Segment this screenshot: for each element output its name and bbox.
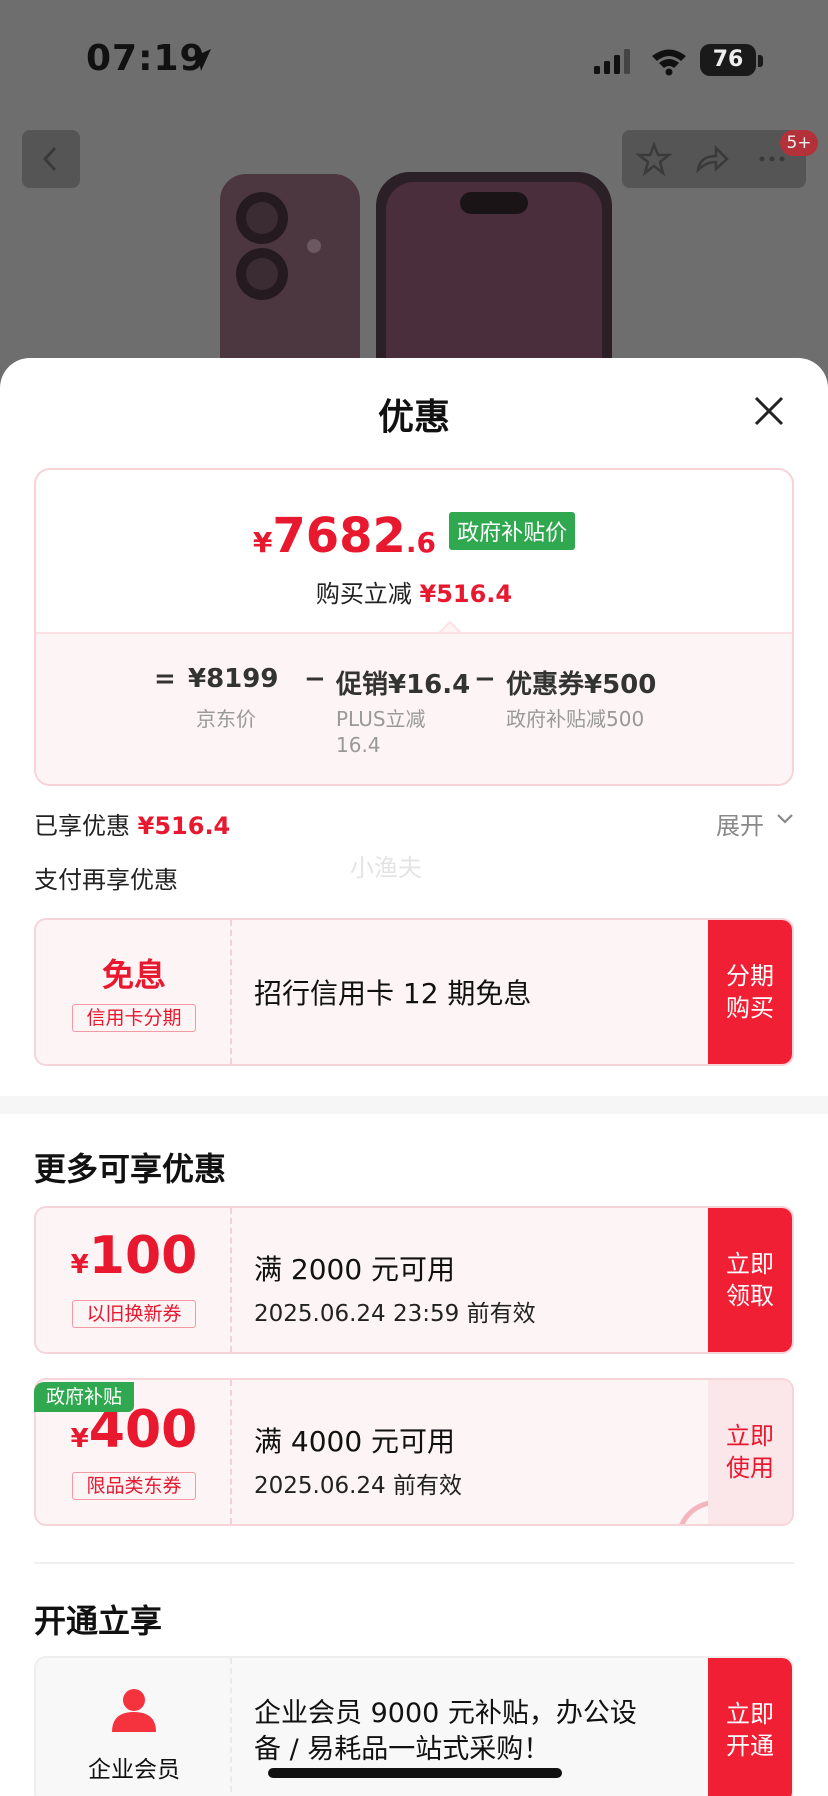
close-icon[interactable] <box>752 394 786 428</box>
wifi-icon <box>652 49 686 76</box>
coupon-validity: 2025.06.24 23:59 前有效 <box>254 1301 536 1327</box>
gov-subsidy-tag: 政府补贴价 <box>449 512 576 550</box>
installment-left: 免息 信用卡分期 <box>36 920 232 1064</box>
pay-more-offers-label: 支付再享优惠 <box>34 866 178 894</box>
user-icon <box>112 1689 156 1732</box>
coupon-card[interactable]: ¥400 限品类东券 满 4000 元可用 2025.06.24 前有效 已领 … <box>34 1378 794 1526</box>
home-indicator[interactable] <box>268 1768 562 1778</box>
location-arrow-icon <box>189 49 211 71</box>
installment-desc: 招行信用卡 12 期免息 <box>254 977 532 1010</box>
enjoyed-value: ¥516.4 <box>137 812 231 840</box>
installment-offer-card[interactable]: 免息 信用卡分期 招行信用卡 12 期免息 分期购买 <box>34 918 794 1066</box>
coupon-label: 政府补贴减500 <box>506 707 645 731</box>
minus-sign-2: − <box>474 664 496 694</box>
installment-buy-line1: 分期 <box>726 962 774 990</box>
use-coupon-label: 立即 使用 <box>726 1420 774 1484</box>
installment-buy-line2: 购买 <box>726 994 774 1022</box>
sheet-title: 优惠 <box>377 397 450 438</box>
more-offers-title: 更多可享优惠 <box>34 1150 227 1188</box>
battery-indicator: 76 <box>700 44 756 76</box>
coupon-value: 100 <box>88 1226 198 1286</box>
product-image <box>220 172 612 380</box>
membership-desc-line2: 备 / 易耗品一站式采购！ <box>254 1734 551 1765</box>
enjoyed-label: 已享优惠 <box>34 812 130 840</box>
minus-sign: − <box>304 664 326 694</box>
promo-label-line2: 16.4 <box>336 733 381 757</box>
open-membership-line2: 开通 <box>726 1732 774 1760</box>
coupon-left: ¥100 以旧换新券 <box>36 1208 232 1352</box>
open-membership-label: 立即 开通 <box>726 1698 774 1762</box>
use-coupon-button[interactable]: 立即 使用 <box>708 1380 792 1524</box>
credit-card-installment-tag: 信用卡分期 <box>72 1004 196 1032</box>
installment-buy-button[interactable]: 分期 购买 <box>708 920 792 1064</box>
instant-reduction: 购买立减 ¥516.4 <box>36 574 792 609</box>
coupon-condition: 满 2000 元可用 <box>254 1253 456 1286</box>
chevron-down-icon[interactable] <box>776 812 794 826</box>
coupon-type-tag: 限品类东券 <box>72 1472 196 1500</box>
star-icon[interactable] <box>636 142 672 176</box>
cellular-signal-icon <box>594 49 630 74</box>
enjoyed-discount: 已享优惠 ¥516.4 <box>34 806 230 841</box>
final-price: ¥7682.6 <box>253 508 436 564</box>
price-summary: ¥7682.6 政府补贴价 购买立减 ¥516.4 <box>36 470 792 632</box>
interest-free-label: 免息 <box>101 956 166 994</box>
promo-amount: 促销¥16.4 <box>336 670 471 700</box>
coupon-currency: ¥ <box>70 1424 89 1454</box>
price-integer: 7682 <box>272 508 406 564</box>
coupon-amount: ¥100 <box>36 1226 232 1286</box>
watermark: 小渔夫 <box>350 854 422 882</box>
final-price-row: ¥7682.6 政府补贴价 <box>36 508 792 564</box>
jd-price: ¥8199 <box>188 664 279 694</box>
open-membership-line1: 立即 <box>726 1700 774 1728</box>
section-divider <box>0 1096 828 1114</box>
claim-coupon-line1: 立即 <box>726 1250 774 1278</box>
coupon-card[interactable]: ¥100 以旧换新券 满 2000 元可用 2025.06.24 23:59 前… <box>34 1206 794 1354</box>
header-actions <box>622 130 806 188</box>
claim-coupon-line2: 领取 <box>726 1282 774 1310</box>
status-bar: 07:19 76 <box>0 0 828 110</box>
coupon-currency: ¥ <box>70 1250 89 1280</box>
use-coupon-line2: 使用 <box>726 1454 774 1482</box>
back-button[interactable] <box>22 130 80 188</box>
membership-desc-line1: 企业会员 9000 元补贴，办公设 <box>254 1698 637 1729</box>
coupon-type-tag: 以旧换新券 <box>72 1300 196 1328</box>
coupon-amount: 优惠券¥500 <box>506 670 657 700</box>
claim-coupon-button[interactable]: 立即 领取 <box>708 1208 792 1352</box>
open-membership-button[interactable]: 立即 开通 <box>708 1658 792 1796</box>
coupon-condition: 满 4000 元可用 <box>254 1425 456 1458</box>
share-icon[interactable] <box>694 142 730 176</box>
price-formula: = ¥8199 京东价 − 促销¥16.4 PLUS立减 16.4 − 优惠券¥5… <box>36 632 792 784</box>
promo-label: PLUS立减 16.4 <box>336 706 426 758</box>
message-badge: 5+ <box>780 130 818 156</box>
reduction-value: ¥516.4 <box>419 580 513 608</box>
claim-coupon-label: 立即 领取 <box>726 1248 774 1312</box>
equals-sign: = <box>154 664 176 694</box>
reduction-label: 购买立减 <box>315 580 412 608</box>
price-currency: ¥ <box>252 526 273 559</box>
membership-desc-text: 企业会员 9000 元补贴，办公设备 / 易耗品一站式采购！ <box>254 1696 637 1768</box>
membership-left: 企业会员 <box>36 1658 232 1796</box>
price-breakdown-card: ¥7682.6 政府补贴价 购买立减 ¥516.4 = ¥8199 京东价 − … <box>34 468 794 786</box>
gov-subsidy-ribbon: 政府补贴 <box>34 1382 134 1412</box>
jd-price-label: 京东价 <box>196 707 256 731</box>
promo-label-line1: PLUS立减 <box>336 707 426 731</box>
open-to-enjoy-title: 开通立享 <box>34 1602 163 1640</box>
chevron-left-icon <box>42 146 57 172</box>
installment-buy-label: 分期 购买 <box>726 960 774 1024</box>
coupon-validity: 2025.06.24 前有效 <box>254 1473 462 1499</box>
battery-tip <box>758 55 763 67</box>
use-coupon-line1: 立即 <box>726 1422 774 1450</box>
price-decimal: .6 <box>405 526 437 559</box>
divider <box>34 1562 794 1564</box>
membership-label: 企业会员 <box>88 1757 180 1783</box>
expand-toggle[interactable]: 展开 <box>716 806 764 841</box>
offers-sheet: 优惠 ¥7682.6 政府补贴价 购买立减 ¥516.4 = ¥8199 京东价… <box>0 358 828 1796</box>
